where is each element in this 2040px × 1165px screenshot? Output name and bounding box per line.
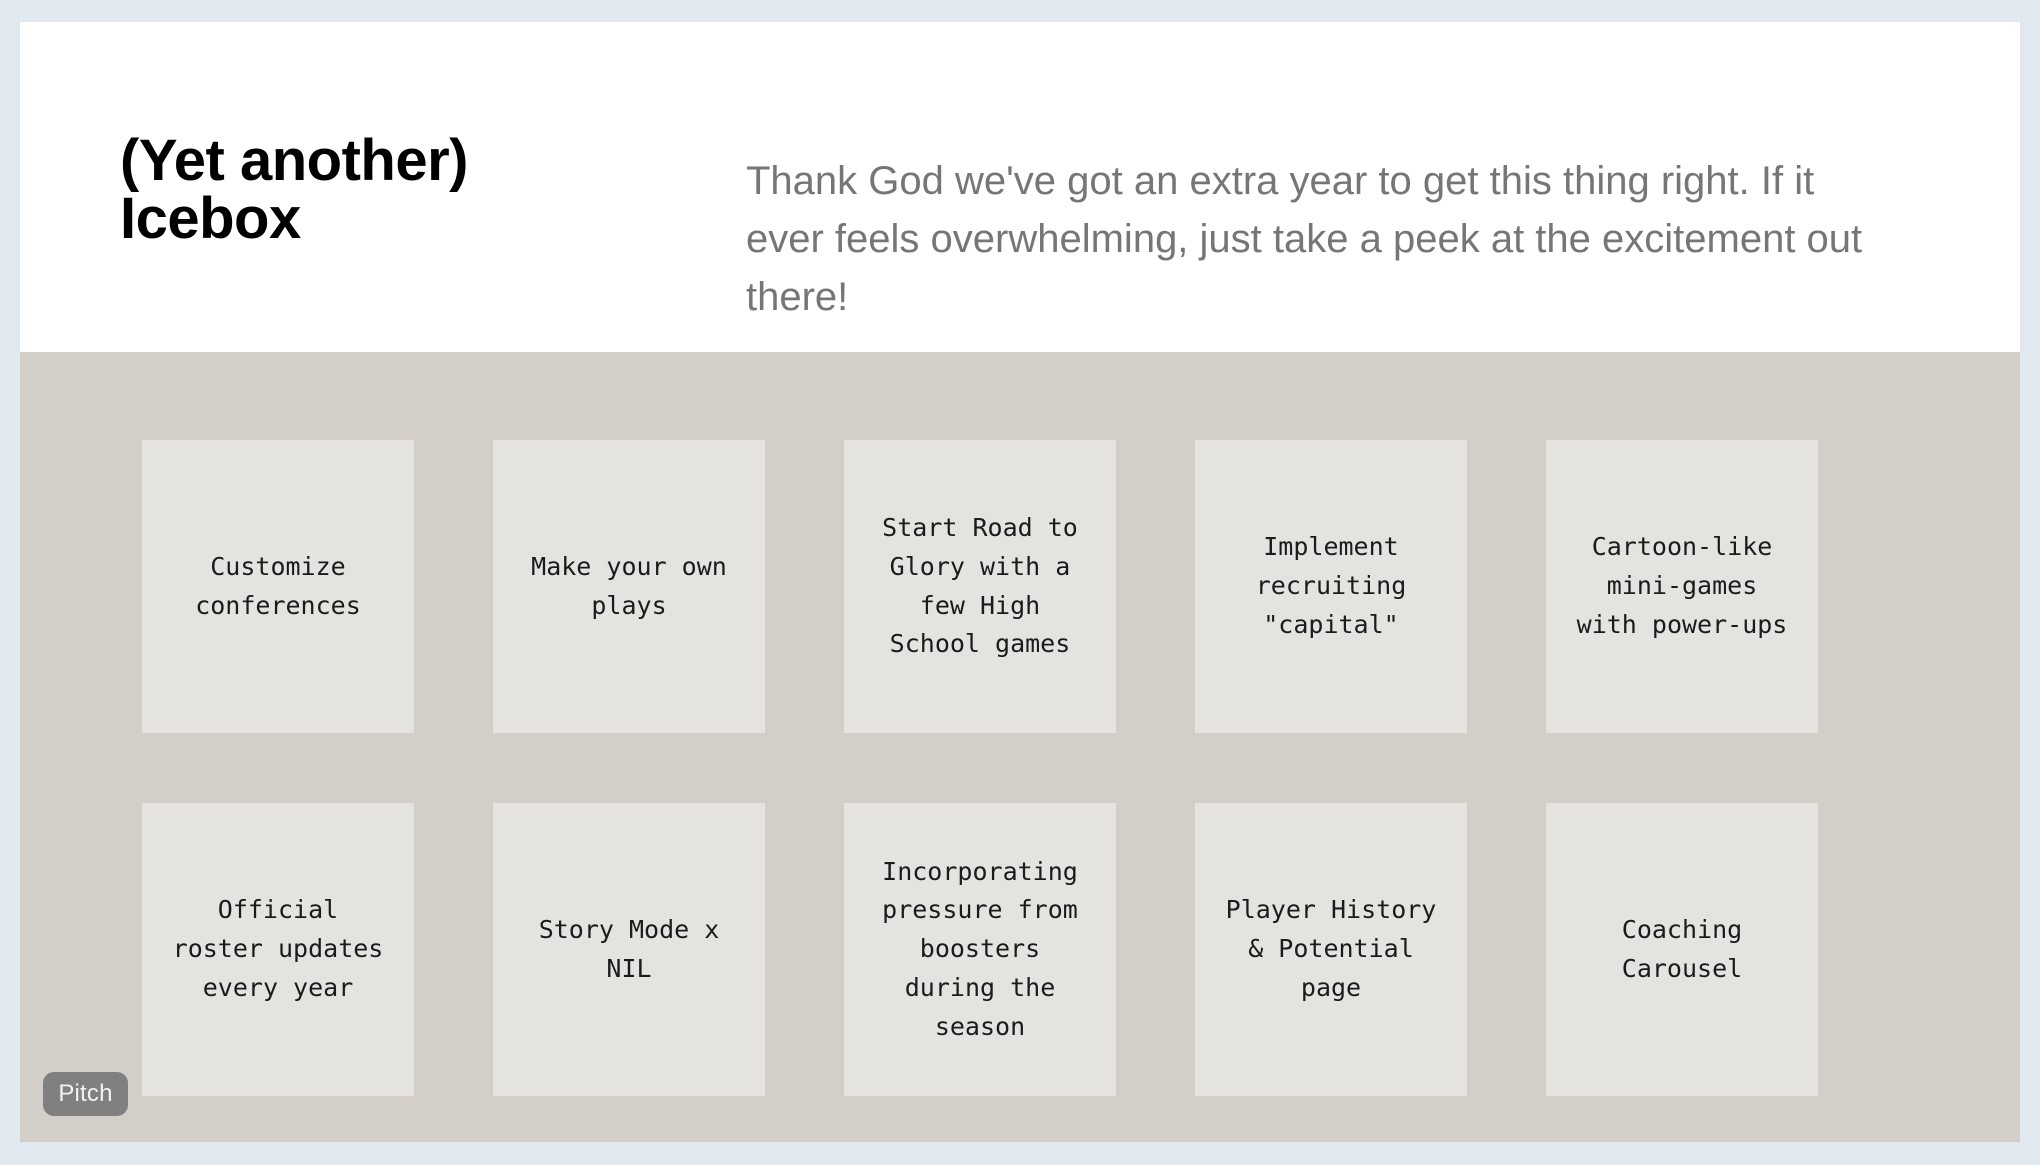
- idea-card-label: Customize conferences: [195, 551, 361, 620]
- idea-card[interactable]: Cartoon-like mini-games with power-ups: [1546, 440, 1818, 733]
- idea-card-grid: Customize conferences Make your own play…: [142, 440, 1932, 1096]
- slide-header: (Yet another) Icebox Thank God we've got…: [20, 22, 2020, 352]
- idea-card-label: Coaching Carousel: [1621, 914, 1743, 983]
- presentation-slide: (Yet another) Icebox Thank God we've got…: [20, 22, 2020, 1142]
- page-title: (Yet another) Icebox: [120, 128, 469, 251]
- header-subtitle: Thank God we've got an extra year to get…: [746, 159, 1863, 319]
- pitch-watermark-badge[interactable]: Pitch: [43, 1072, 128, 1116]
- idea-card-label: Official roster updates every year: [172, 895, 384, 1002]
- idea-card-label: Player History & Potential page: [1225, 895, 1437, 1002]
- idea-card-label: Make your own plays: [531, 551, 727, 620]
- idea-card-label: Incorporating pressure from boosters dur…: [882, 856, 1078, 1041]
- idea-card-label: Start Road to Glory with a few High Scho…: [882, 513, 1078, 659]
- pitch-watermark-label: Pitch: [58, 1080, 113, 1107]
- idea-card[interactable]: Official roster updates every year: [142, 803, 414, 1096]
- slide-content-area: Customize conferences Make your own play…: [20, 352, 2020, 1142]
- idea-card[interactable]: Player History & Potential page: [1195, 803, 1467, 1096]
- idea-card-label: Implement recruiting "capital": [1255, 532, 1407, 639]
- idea-card[interactable]: Make your own plays: [493, 440, 765, 733]
- idea-card[interactable]: Incorporating pressure from boosters dur…: [844, 803, 1116, 1096]
- idea-card[interactable]: Story Mode x NIL: [493, 803, 765, 1096]
- idea-card-label: Cartoon-like mini-games with power-ups: [1576, 532, 1788, 639]
- idea-card-label: Story Mode x NIL: [538, 914, 720, 983]
- idea-card[interactable]: Customize conferences: [142, 440, 414, 733]
- idea-card[interactable]: Implement recruiting "capital": [1195, 440, 1467, 733]
- idea-card[interactable]: Start Road to Glory with a few High Scho…: [844, 440, 1116, 733]
- idea-card[interactable]: Coaching Carousel: [1546, 803, 1818, 1096]
